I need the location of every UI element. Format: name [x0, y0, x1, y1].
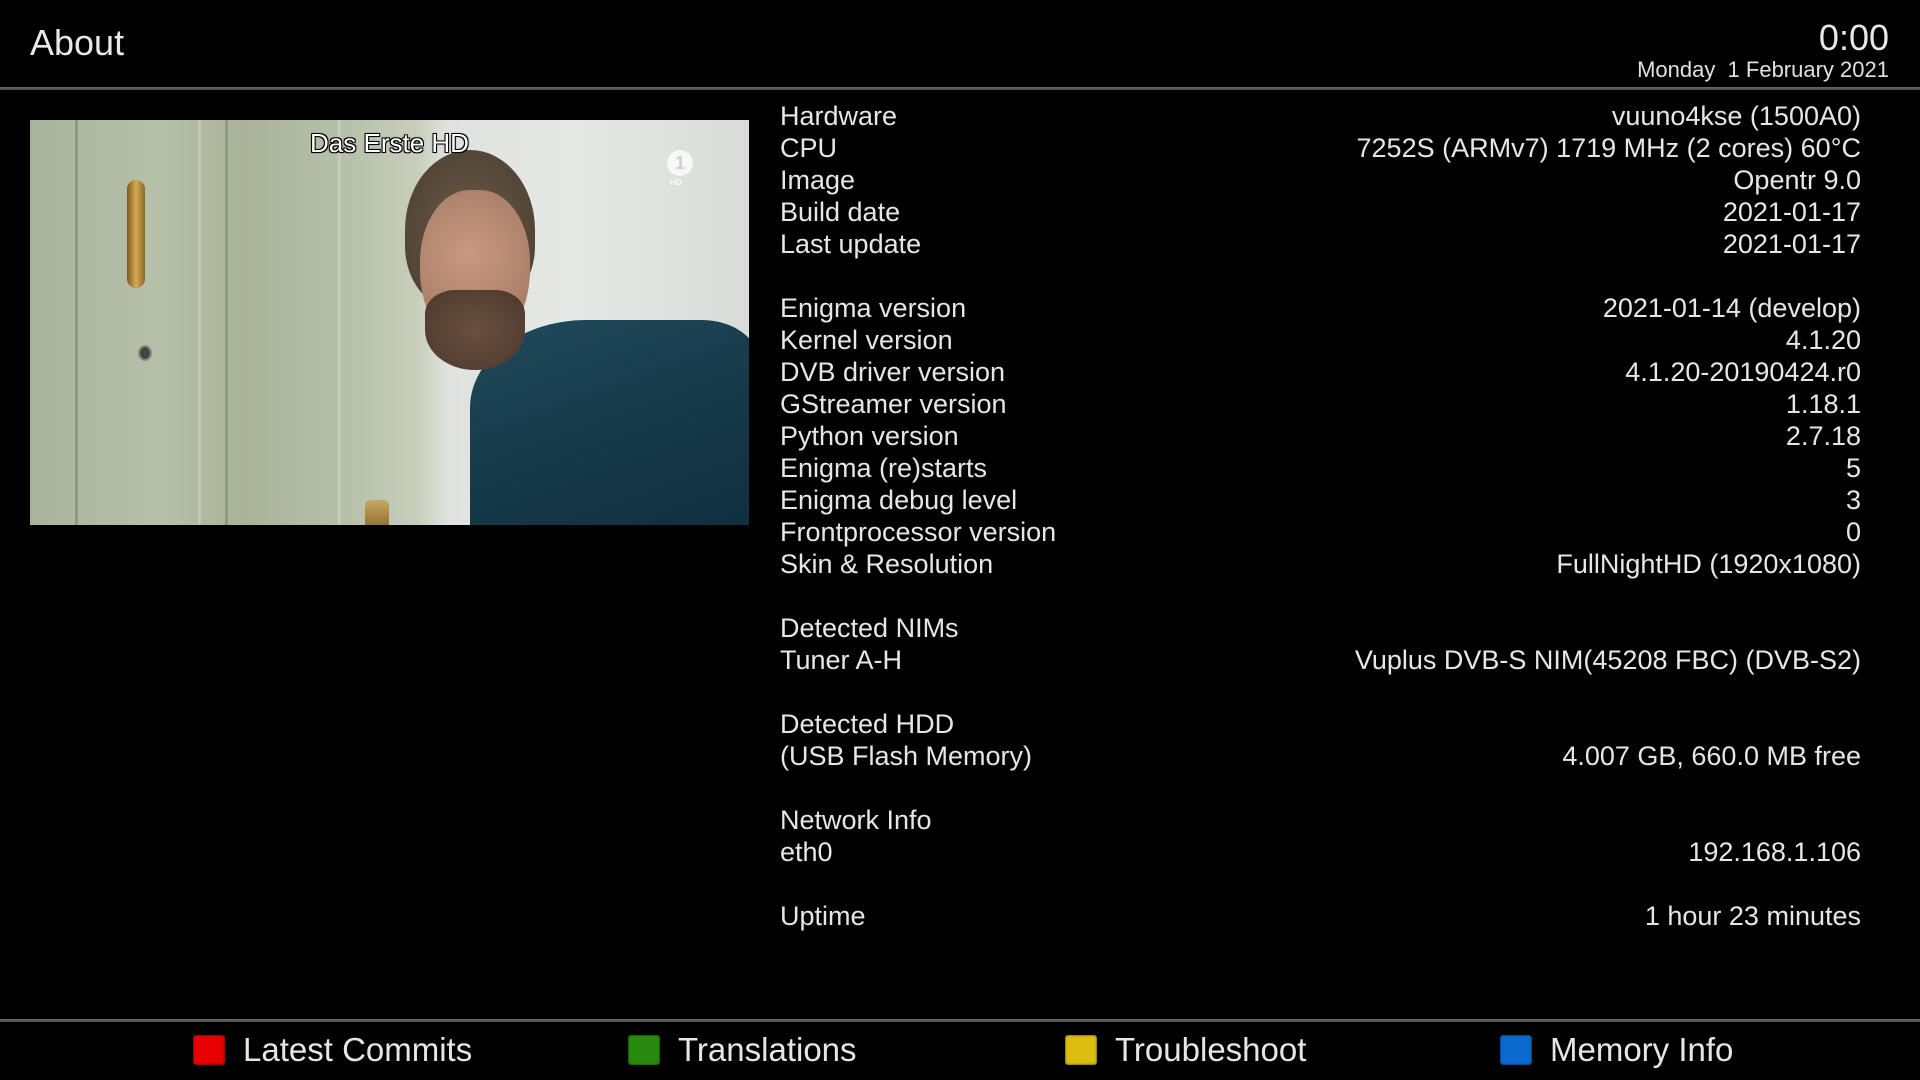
- info-value: 1.18.1: [1785, 389, 1861, 419]
- info-row: Network Info: [780, 804, 1861, 836]
- info-value: FullNightHD (1920x1080): [1556, 549, 1861, 579]
- info-value: Opentr 9.0: [1733, 165, 1861, 195]
- info-label: Tuner A-H: [780, 645, 903, 675]
- info-value: 2021-01-14 (develop): [1602, 293, 1861, 323]
- info-row: DVB driver version 4.1.20-20190424.r0: [780, 356, 1861, 388]
- info-row: Enigma (re)starts 5: [780, 452, 1861, 484]
- info-row: Last update 2021-01-17: [780, 228, 1861, 260]
- info-row: Detected NIMs: [780, 612, 1861, 644]
- info-value: 192.168.1.106: [1688, 837, 1861, 867]
- info-label: CPU: [780, 133, 838, 163]
- blue-key-icon: [1500, 1035, 1532, 1065]
- info-label: Uptime: [780, 901, 866, 931]
- info-row: (USB Flash Memory) 4.007 GB, 660.0 MB fre…: [780, 740, 1861, 772]
- info-value: 0: [1845, 517, 1861, 547]
- info-row: Image Opentr 9.0: [780, 164, 1861, 196]
- info-row: Detected HDD: [780, 708, 1861, 740]
- info-row: Hardware vuuno4kse (1500A0): [780, 100, 1861, 132]
- info-label: Detected HDD: [780, 709, 955, 739]
- door-panel: [225, 120, 341, 525]
- info-label: Network Info: [780, 805, 932, 835]
- date: Monday 1 February 2021: [1637, 57, 1889, 82]
- green-key-icon: [628, 1035, 660, 1065]
- red-key-icon: [193, 1035, 225, 1065]
- info-label: Frontprocessor version: [780, 517, 1057, 547]
- info-label: Detected NIMs: [780, 613, 959, 643]
- header-divider: [0, 87, 1920, 90]
- info-label: Enigma debug level: [780, 485, 1018, 515]
- info-label: (USB Flash Memory): [780, 741, 1033, 771]
- person-beard: [425, 290, 525, 370]
- button-label: Latest Commits: [243, 1031, 473, 1068]
- door-lock: [365, 500, 389, 525]
- info-row: Uptime 1 hour 23 minutes: [780, 900, 1861, 932]
- button-label: Memory Info: [1550, 1031, 1734, 1068]
- info-label: Hardware: [780, 101, 898, 131]
- button-label: Troubleshoot: [1115, 1031, 1307, 1068]
- info-label: eth0: [780, 837, 833, 867]
- info-label: Enigma (re)starts: [780, 453, 988, 483]
- info-row: Frontprocessor version 0: [780, 516, 1861, 548]
- info-label: Image: [780, 165, 856, 195]
- info-value: 4.007 GB, 660.0 MB free: [1562, 741, 1861, 771]
- info-value: 4.1.20: [1785, 325, 1861, 355]
- info-label: DVB driver version: [780, 357, 1006, 387]
- info-value: 2021-01-17: [1722, 229, 1861, 259]
- info-value: 1 hour 23 minutes: [1644, 901, 1861, 931]
- info-row: Tuner A-H Vuplus DVB-S NIM(45208 FBC) (DV…: [780, 644, 1861, 676]
- info-row: Python version 2.7.18: [780, 420, 1861, 452]
- info-label: Python version: [780, 421, 959, 451]
- info-label: GStreamer version: [780, 389, 1007, 419]
- info-list: Hardware vuuno4kse (1500A0) CPU 7252S (ARMv…: [780, 100, 1861, 932]
- screen-title: About: [30, 22, 125, 63]
- info-label: Enigma version: [780, 293, 967, 323]
- clock: 0:00: [1818, 17, 1889, 58]
- info-row: Skin & Resolution FullNightHD (1920x1080): [780, 548, 1861, 580]
- info-value: 4.1.20-20190424.r0: [1625, 357, 1861, 387]
- info-label: Last update: [780, 229, 922, 259]
- button-label: Translations: [678, 1031, 857, 1068]
- info-row: Kernel version 4.1.20: [780, 324, 1861, 356]
- footer-divider: [0, 1019, 1920, 1022]
- info-row: Enigma debug level 3: [780, 484, 1861, 516]
- info-value: 5: [1845, 453, 1861, 483]
- red-button-latest-commits[interactable]: Latest Commits: [193, 1031, 473, 1068]
- yellow-button-troubleshoot[interactable]: Troubleshoot: [1065, 1031, 1307, 1068]
- info-value: Vuplus DVB-S NIM(45208 FBC) (DVB-S2): [1354, 645, 1861, 675]
- channel-logo-hd: HD: [670, 178, 682, 187]
- info-row: eth0 192.168.1.106: [780, 836, 1861, 868]
- info-row: CPU 7252S (ARMv7) 1719 MHz (2 cores) 60°C: [780, 132, 1861, 164]
- video-preview: Das Erste HD 1 HD: [30, 120, 749, 525]
- info-value: 2021-01-17: [1722, 197, 1861, 227]
- yellow-key-icon: [1065, 1035, 1097, 1065]
- channel-logo-icon: 1: [667, 150, 693, 176]
- info-label: Kernel version: [780, 325, 953, 355]
- info-value: 7252S (ARMv7) 1719 MHz (2 cores) 60°C: [1356, 133, 1861, 163]
- green-button-translations[interactable]: Translations: [628, 1031, 857, 1068]
- blue-button-memory-info[interactable]: Memory Info: [1500, 1031, 1734, 1068]
- info-label: Build date: [780, 197, 901, 227]
- info-row: Build date 2021-01-17: [780, 196, 1861, 228]
- info-row: Enigma version 2021-01-14 (develop): [780, 292, 1861, 324]
- door-handle: [127, 180, 145, 288]
- channel-name: Das Erste HD: [310, 128, 469, 158]
- info-value: 2.7.18: [1785, 421, 1861, 451]
- info-value: 3: [1845, 485, 1861, 515]
- door-peephole: [138, 345, 152, 361]
- info-value: vuuno4kse (1500A0): [1611, 101, 1861, 131]
- info-row: GStreamer version 1.18.1: [780, 388, 1861, 420]
- info-label: Skin & Resolution: [780, 549, 994, 579]
